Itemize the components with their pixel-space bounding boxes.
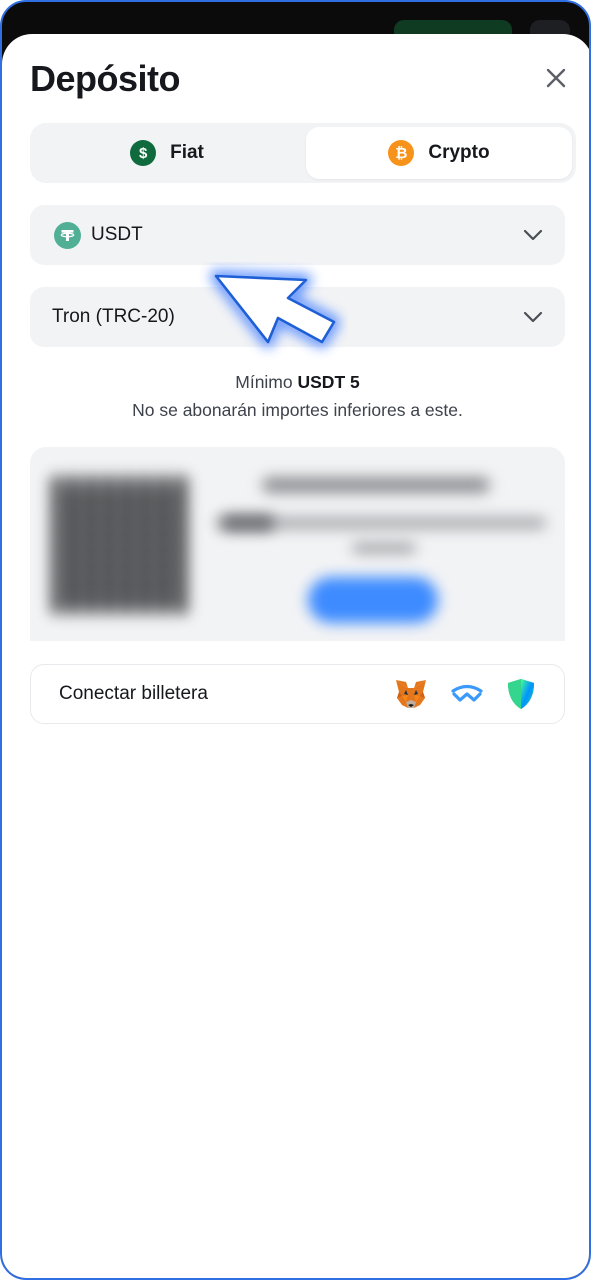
chevron-down-icon bbox=[523, 229, 543, 241]
qr-code-pattern-blurred bbox=[58, 487, 182, 603]
minimum-amount: Mínimo USDT 5 bbox=[2, 372, 589, 393]
trust-wallet-shield-icon bbox=[508, 679, 534, 709]
address-prefix-blurred bbox=[222, 515, 274, 531]
address-caption-blurred bbox=[352, 543, 416, 553]
walletconnect-icon bbox=[451, 684, 483, 702]
metamask-fox-icon bbox=[396, 680, 426, 708]
deposit-sheet: Depósito $ Fiat ₿ Crypto USDT Tron (TRC-… bbox=[2, 34, 589, 1278]
connect-wallet-label: Conectar billetera bbox=[59, 683, 208, 704]
tether-icon bbox=[54, 221, 81, 249]
tab-crypto-label: Crypto bbox=[428, 142, 490, 163]
phone-frame: Depósito $ Fiat ₿ Crypto USDT Tron (TRC-… bbox=[0, 0, 591, 1280]
wallet-icons bbox=[394, 677, 536, 711]
minimum-note: No se abonarán importes inferiores a est… bbox=[132, 400, 463, 420]
pointer-cursor-icon bbox=[198, 262, 348, 362]
payment-type-tabs: $ Fiat ₿ Crypto bbox=[30, 123, 576, 183]
copy-address-button-blurred[interactable] bbox=[308, 577, 438, 623]
asset-select-value: USDT bbox=[91, 224, 143, 245]
tab-crypto[interactable]: ₿ Crypto bbox=[306, 127, 572, 179]
dollar-coin-icon: $ bbox=[130, 140, 157, 166]
tab-fiat[interactable]: $ Fiat bbox=[34, 127, 300, 179]
chevron-down-icon bbox=[523, 311, 543, 323]
deposit-address-card bbox=[30, 447, 565, 641]
minimum-value: USDT 5 bbox=[297, 372, 360, 392]
page-title: Depósito bbox=[30, 58, 181, 99]
asset-select[interactable]: USDT bbox=[30, 205, 565, 265]
minimum-prefix: Mínimo bbox=[235, 372, 293, 392]
bitcoin-icon: ₿ bbox=[388, 140, 415, 166]
connect-wallet-button[interactable]: Conectar billetera bbox=[30, 664, 565, 724]
address-title-blurred bbox=[262, 477, 490, 493]
close-icon bbox=[546, 68, 566, 88]
tab-fiat-label: Fiat bbox=[170, 142, 204, 163]
close-button[interactable] bbox=[538, 60, 574, 96]
